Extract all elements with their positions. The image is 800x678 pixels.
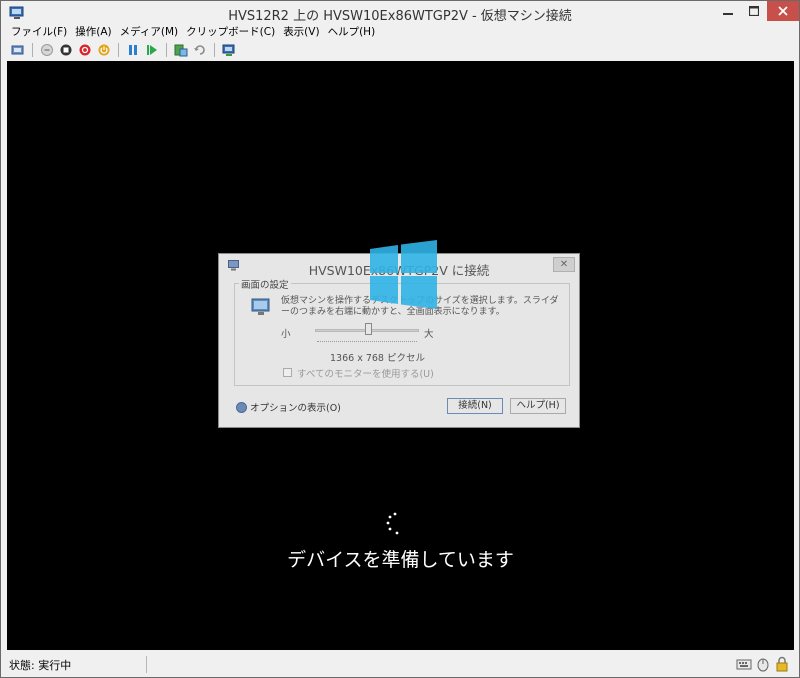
help-button: ヘルプ(H) <box>510 398 566 414</box>
windows-logo-icon <box>370 240 437 309</box>
maximize-icon <box>749 6 759 16</box>
title-bar[interactable]: HVS12R2 上の HVSW10Ex86WTGP2V - 仮想マシン接続 <box>1 1 799 25</box>
all-monitors-label: すべてのモニターを使用する(U) <box>297 369 434 380</box>
close-button[interactable] <box>767 1 799 21</box>
maximize-button[interactable] <box>741 1 767 21</box>
menu-action[interactable]: 操作(A) <box>71 25 115 40</box>
menu-file[interactable]: ファイル(F) <box>7 25 71 40</box>
checkpoint-icon[interactable] <box>174 43 188 57</box>
connect-button: 接続(N) <box>447 398 503 414</box>
toolbar-separator <box>32 43 33 57</box>
status-text: 状態: 実行中 <box>9 659 72 672</box>
window-title: HVS12R2 上の HVSW10Ex86WTGP2V - 仮想マシン接続 <box>228 9 572 24</box>
pause-icon[interactable] <box>126 43 140 57</box>
menu-view[interactable]: 表示(V) <box>279 25 323 40</box>
toolbar <box>1 41 799 59</box>
status-icons <box>736 656 790 675</box>
slider-large-label: 大 <box>424 329 434 340</box>
vm-connection-window: HVS12R2 上の HVSW10Ex86WTGP2V - 仮想マシン接続 ファ… <box>0 0 800 678</box>
status-bar: 状態: 実行中 <box>1 652 799 677</box>
show-options-toggle: オプションの表示(O) <box>236 400 341 414</box>
turn-off-icon[interactable] <box>59 43 73 57</box>
shutdown-icon[interactable] <box>78 43 92 57</box>
preparing-devices-text: デバイスを準備しています <box>287 549 514 571</box>
toolbar-separator <box>118 43 119 57</box>
loading-spinner-icon <box>383 511 405 537</box>
expand-icon <box>236 401 247 413</box>
keyboard-icon[interactable] <box>736 656 752 675</box>
vm-display[interactable]: HVSW10Ex86WTGP2V に接続 ✕ 画面の設定 仮想マシンを操作するデ… <box>7 61 794 650</box>
resolution-slider-thumb <box>365 323 372 335</box>
options-label: オプションの表示(O) <box>250 403 341 414</box>
group-label: 画面の設定 <box>239 277 291 291</box>
menu-clipboard[interactable]: クリップボード(C) <box>182 25 279 40</box>
dialog-close-button: ✕ <box>553 257 575 272</box>
enhanced-session-icon[interactable] <box>222 43 236 57</box>
menu-help[interactable]: ヘルプ(H) <box>324 25 380 40</box>
save-icon[interactable] <box>97 43 111 57</box>
ctrl-alt-del-icon[interactable] <box>11 43 25 57</box>
minimize-button[interactable] <box>715 1 741 21</box>
revert-icon[interactable] <box>193 43 207 57</box>
resolution-text: 1366 x 768 ピクセル <box>330 353 425 364</box>
slider-small-label: 小 <box>281 329 291 340</box>
toolbar-separator <box>214 43 215 57</box>
lock-icon[interactable] <box>774 656 790 675</box>
monitor-icon <box>251 298 271 316</box>
menu-bar: ファイル(F) 操作(A) メディア(M) クリップボード(C) 表示(V) ヘ… <box>1 25 799 40</box>
minimize-icon <box>723 13 733 15</box>
menu-media[interactable]: メディア(M) <box>116 25 183 40</box>
all-monitors-checkbox <box>283 368 292 377</box>
toolbar-separator <box>166 43 167 57</box>
status-divider <box>146 656 147 673</box>
resume-icon[interactable] <box>145 43 159 57</box>
start-icon[interactable] <box>40 43 54 57</box>
close-icon <box>778 6 788 16</box>
mouse-icon[interactable] <box>756 656 770 675</box>
slider-ticks <box>317 341 417 343</box>
